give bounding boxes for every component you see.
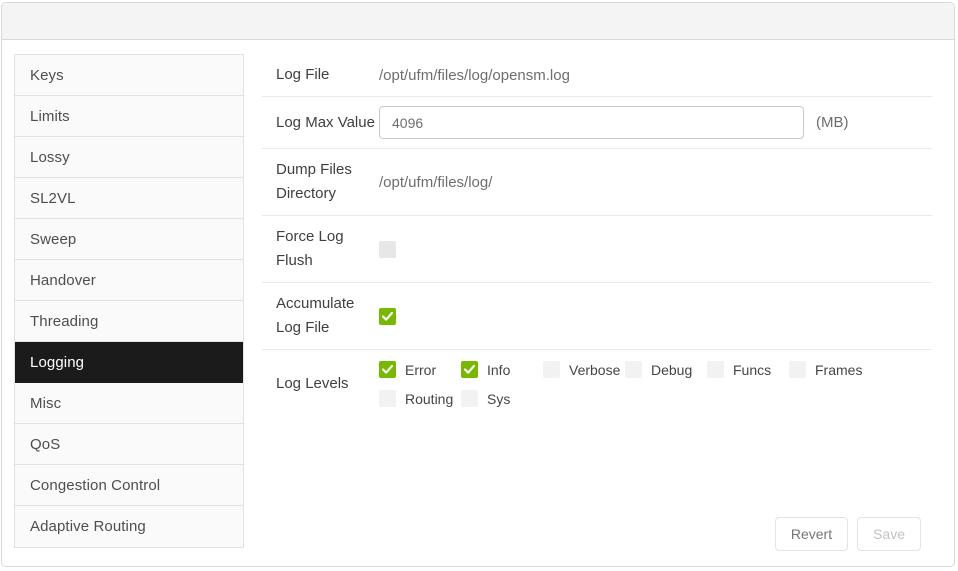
log-level-frames[interactable]: Frames <box>789 361 871 378</box>
accumulate-log-file-label: Accumulate Log File <box>276 295 355 336</box>
log-level-info[interactable]: Info <box>461 361 543 378</box>
info-checkbox[interactable] <box>461 361 478 378</box>
check-icon <box>464 365 475 374</box>
sidebar-item-logging[interactable]: Logging <box>15 342 243 383</box>
log-max-value-input[interactable] <box>379 106 804 139</box>
sidebar-item-misc[interactable]: Misc <box>15 383 243 424</box>
log-level-funcs[interactable]: Funcs <box>707 361 789 378</box>
sidebar-item-limits[interactable]: Limits <box>15 96 243 137</box>
sidebar-item-sweep[interactable]: Sweep <box>15 219 243 260</box>
log-level-error[interactable]: Error <box>379 361 461 378</box>
top-toolbar <box>2 3 954 40</box>
sidebar-item-adaptive-routing[interactable]: Adaptive Routing <box>15 506 243 547</box>
info-label: Info <box>487 361 511 378</box>
debug-label: Debug <box>651 361 693 378</box>
dump-files-directory-row: Dump Files Directory /opt/ufm/files/log/ <box>262 149 932 216</box>
error-label: Error <box>405 361 437 378</box>
error-checkbox[interactable] <box>379 361 396 378</box>
accumulate-log-file-row: Accumulate Log File <box>262 283 932 350</box>
log-file-label: Log File <box>276 66 330 83</box>
log-levels-row: Log Levels Error Info Verbose Debug Func… <box>262 350 932 418</box>
log-level-verbose[interactable]: Verbose <box>543 361 625 378</box>
log-max-value-row: Log Max Value (MB) <box>262 97 932 149</box>
log-max-value-label: Log Max Value <box>276 113 375 131</box>
sidebar-item-qos[interactable]: QoS <box>15 424 243 465</box>
log-level-debug[interactable]: Debug <box>625 361 707 378</box>
sidebar-item-threading[interactable]: Threading <box>15 301 243 342</box>
force-log-flush-row: Force Log Flush <box>262 216 932 283</box>
sidebar-item-sl2vl[interactable]: SL2VL <box>15 178 243 219</box>
check-icon <box>382 311 393 321</box>
log-file-value: /opt/ufm/files/log/opensm.log <box>379 66 570 84</box>
settings-nav: Keys Limits Lossy SL2VL Sweep Handover T… <box>14 54 244 548</box>
log-levels-group: Error Info Verbose Debug Funcs Frames Ro… <box>379 359 889 409</box>
force-log-flush-label: Force Log Flush <box>276 228 344 269</box>
frames-label: Frames <box>815 361 863 378</box>
dump-files-directory-label: Dump Files Directory <box>276 161 352 202</box>
routing-label: Routing <box>405 390 454 407</box>
log-file-row: Log File /opt/ufm/files/log/opensm.log <box>262 54 932 97</box>
log-level-routing[interactable]: Routing <box>379 390 461 407</box>
sidebar-item-handover[interactable]: Handover <box>15 260 243 301</box>
verbose-checkbox[interactable] <box>543 361 560 378</box>
debug-checkbox[interactable] <box>625 361 642 378</box>
frames-checkbox[interactable] <box>789 361 806 378</box>
settings-panel: Keys Limits Lossy SL2VL Sweep Handover T… <box>1 2 955 567</box>
funcs-checkbox[interactable] <box>707 361 724 378</box>
sys-checkbox[interactable] <box>461 390 478 407</box>
routing-checkbox[interactable] <box>379 390 396 407</box>
sidebar-item-keys[interactable]: Keys <box>15 55 243 96</box>
logging-form: Log File /opt/ufm/files/log/opensm.log L… <box>262 54 932 418</box>
sidebar-item-congestion-control[interactable]: Congestion Control <box>15 465 243 506</box>
funcs-label: Funcs <box>733 361 772 378</box>
dump-files-directory-value: /opt/ufm/files/log/ <box>379 173 493 191</box>
verbose-label: Verbose <box>569 361 621 378</box>
revert-button[interactable]: Revert <box>774 517 849 551</box>
log-max-value-unit: (MB) <box>816 114 849 131</box>
sys-label: Sys <box>487 390 511 407</box>
force-log-flush-checkbox[interactable] <box>379 240 396 258</box>
accumulate-log-file-checkbox[interactable] <box>379 307 396 325</box>
log-level-sys[interactable]: Sys <box>461 390 543 407</box>
log-levels-label: Log Levels <box>276 375 349 392</box>
sidebar-item-lossy[interactable]: Lossy <box>15 137 243 178</box>
save-button[interactable]: Save <box>857 517 921 551</box>
check-icon <box>382 365 393 374</box>
form-actions: Revert Save <box>774 517 921 551</box>
